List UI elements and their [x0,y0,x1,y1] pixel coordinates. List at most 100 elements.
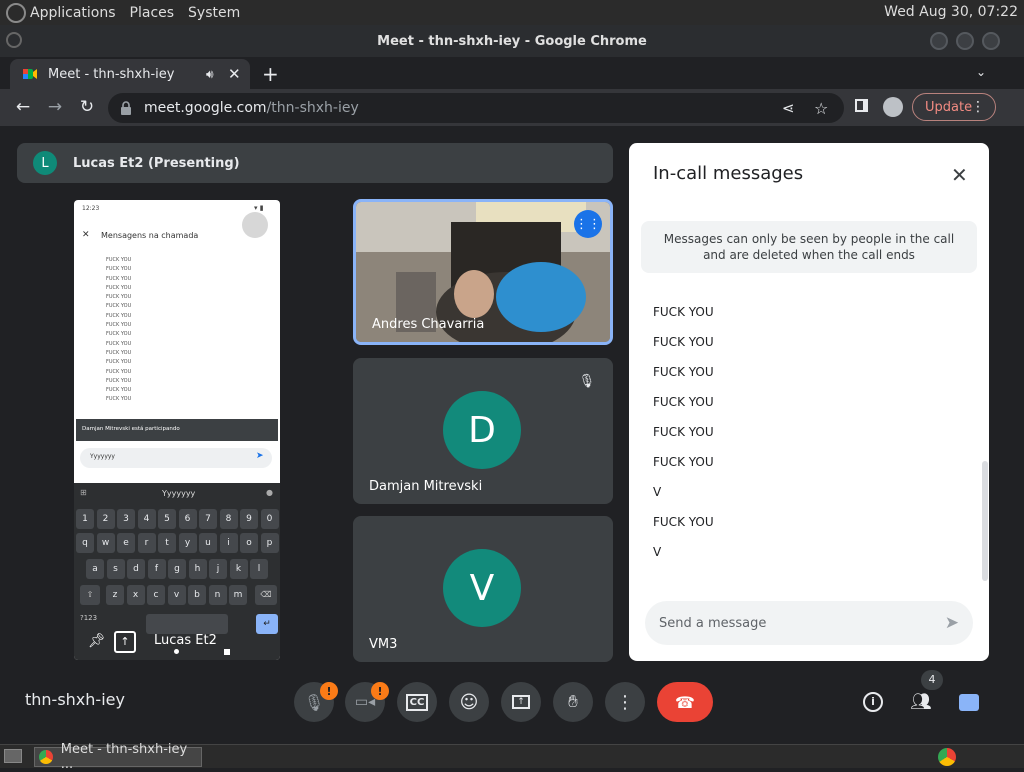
chat-scrollbar[interactable] [982,461,988,581]
tray-chrome-icon[interactable] [938,748,956,766]
chat-message: FUCK YOU [653,335,714,349]
phone-mic-off-icon [242,212,268,238]
meeting-details-button[interactable]: i [853,682,893,722]
participant-tile-vm3[interactable]: V VM3 [353,516,613,662]
participant-tile-andres[interactable]: ⋮⋮ Andres Chavarria [353,199,613,345]
keyboard-row: zxcvbnm [106,585,250,605]
taskbar-window-item[interactable]: Meet - thn-shxh-iey ... [34,742,202,772]
mic-off-icon: 🎙︎ [578,374,595,389]
phone-join-toast: Damjan Mitrevski está participando [76,419,278,441]
chat-message: V [653,545,662,559]
reload-icon[interactable]: ↻ [76,96,98,118]
phone-keyboard: ⊞ Yyyyyyy ● 1234567890 qwertyuiop asdfgh… [74,483,280,660]
applications-menu[interactable]: Applications [30,5,116,21]
participant-avatar: V [443,549,521,627]
keyboard-key: e [117,533,135,553]
keyboard-key: 5 [158,509,176,529]
places-menu[interactable]: Places [130,5,175,21]
close-chat-icon[interactable]: ✕ [951,163,968,187]
minimize-window-button[interactable] [930,32,948,50]
chat-message: FUCK YOU [653,395,714,409]
participant-name: VM3 [369,637,398,652]
tab-title: Meet - thn-shxh-iey [48,66,175,82]
keyboard-key: w [96,533,115,553]
camera-warning-badge: ! [371,682,389,700]
system-logo-icon[interactable] [6,2,26,23]
participant-avatar: D [443,391,521,469]
keyboard-backspace-key: ⌫ [255,585,277,605]
phone-send-icon: ➤ [256,451,264,461]
mic-warning-badge: ! [320,682,338,700]
tab-audio-icon[interactable]: 🔊︎ [206,67,214,82]
phone-message: FUCK YOU [106,396,132,403]
chrome-logo-icon [39,750,53,764]
phone-message: FUCK YOU [106,340,132,347]
keyboard-key: y [178,533,197,553]
presenter-avatar: L [33,151,57,175]
presenter-bar: L Lucas Et2 (Presenting) [17,143,613,183]
profile-avatar-icon[interactable] [882,96,904,118]
present-screen-icon: ↑ [512,695,530,709]
window-menu-icon[interactable] [6,32,22,48]
phone-message: FUCK YOU [106,322,132,329]
keyboard-key: k [229,559,248,579]
navigation-bar: ← → ↻ meet.google.com /thn-shxh-iey ⋖ ☆ [0,89,1024,126]
phone-status-time: 12:23 [82,205,100,212]
keyboard-key: 9 [240,509,258,529]
keyboard-key: 8 [219,509,238,529]
chat-notice: Messages can only be seen by people in t… [641,221,977,273]
keyboard-key: s [106,559,125,579]
keyboard-key: u [199,533,217,553]
captions-icon: CC [405,693,429,711]
clock[interactable]: Wed Aug 30, 07:22 [884,4,1018,20]
side-panel-icon[interactable] [850,96,872,118]
chat-button[interactable] [949,682,989,722]
keyboard-key: j [209,559,227,579]
keyboard-space-key [146,614,228,634]
people-icon: 👥︎ [910,692,932,712]
phone-message: FUCK YOU [106,387,132,394]
raise-hand-button[interactable]: ✋︎ [553,682,593,722]
reactions-button[interactable]: ☺ [449,682,489,722]
phone-message-input: Yyyyyyy [80,448,272,468]
close-window-button[interactable] [982,32,1000,50]
keyboard-key: p [260,533,279,553]
keyboard-key: 0 [260,509,279,529]
new-tab-button[interactable]: + [262,62,279,86]
phone-message: FUCK YOU [106,331,132,338]
presenter-tile-name: Lucas Et2 [154,633,217,648]
keyboard-key: o [240,533,258,553]
url-path: /thn-shxh-iey [266,100,359,116]
people-count-badge: 4 [921,670,943,690]
tab-close-icon[interactable]: ✕ [228,65,241,83]
captions-button[interactable]: CC [397,682,437,722]
phone-message: FUCK YOU [106,294,132,301]
send-icon[interactable]: ➤ [945,613,959,633]
chrome-menu-icon[interactable]: ⋮ [971,99,985,115]
forward-arrow-icon[interactable]: → [44,96,66,118]
keyboard-key: 2 [96,509,115,529]
back-arrow-icon[interactable]: ← [12,96,34,118]
system-menu[interactable]: System [188,5,240,21]
leave-call-button[interactable]: ☎︎ [657,682,713,722]
lock-icon[interactable] [120,101,132,115]
keyboard-key: d [127,559,145,579]
more-options-button[interactable]: ⋮ [605,682,645,722]
pin-icon[interactable]: 📌︎ [88,633,106,649]
send-message-input[interactable]: Send a message ➤ [645,601,973,645]
address-bar[interactable]: meet.google.com /thn-shxh-iey ⋖ ☆ [108,93,844,123]
keyboard-key: 4 [137,509,156,529]
maximize-window-button[interactable] [956,32,974,50]
participant-tile-damjan[interactable]: 🎙︎ D Damjan Mitrevski [353,358,613,504]
presentation-icon: ↑ [114,631,136,653]
show-desktop-icon[interactable] [4,749,22,763]
keyboard-key: 6 [178,509,197,529]
chrome-update-button[interactable]: Update ⋮ [912,93,996,121]
present-button[interactable]: ↑ [501,682,541,722]
meet-favicon-icon [23,69,37,79]
bookmark-star-icon[interactable]: ☆ [814,99,828,118]
tab-meet[interactable]: Meet - thn-shxh-iey 🔊︎ ✕ [10,59,250,89]
share-icon[interactable]: ⋖ [782,99,795,117]
tab-search-chevron-icon[interactable]: ⌄ [976,65,986,79]
keyboard-key: x [126,585,145,605]
